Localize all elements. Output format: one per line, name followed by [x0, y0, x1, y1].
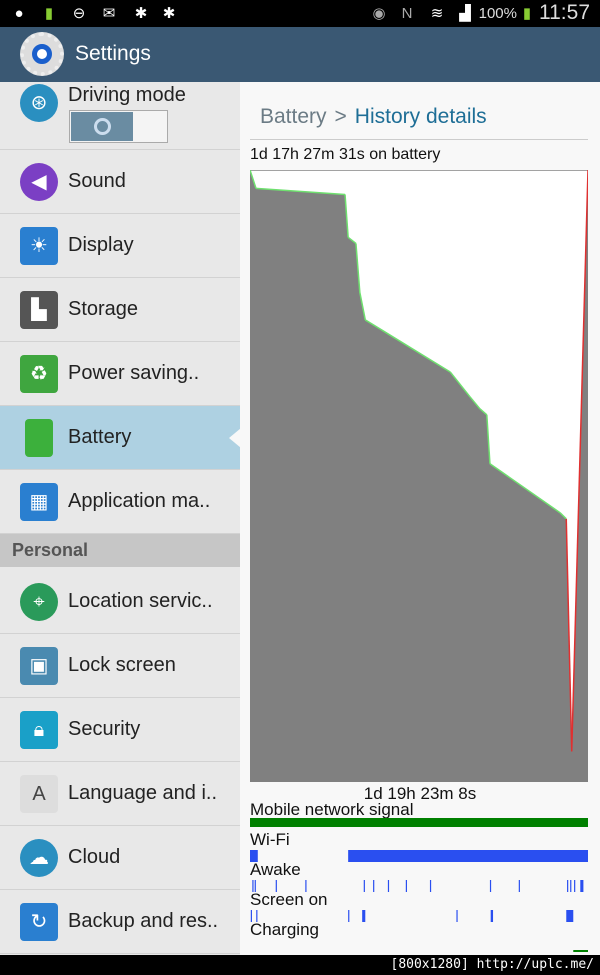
battery-chart [250, 170, 588, 782]
lock-screen-icon: ▣ [20, 647, 58, 685]
eye-icon: ◉ [372, 5, 386, 22]
sidebar-item-label: Display [68, 234, 134, 256]
breadcrumb-separator: > [334, 105, 347, 128]
sidebar-item-display[interactable]: ☀ Display [0, 214, 240, 278]
sd-card-icon: ▙ [20, 291, 58, 329]
sidebar-item-language[interactable]: A Language and i.. [0, 762, 240, 826]
track-tick [405, 880, 407, 892]
x-axis-label: 1d 19h 23m 8s [363, 784, 477, 803]
sidebar-item-label: Cloud [68, 846, 121, 868]
sidebar-item-label: Language and i.. [68, 782, 218, 804]
on-battery-duration: 1d 17h 27m 31s on battery [250, 146, 441, 163]
history-details-pane: Battery > History details 1d 17h 27m 31s o… [240, 82, 600, 955]
track-interval [566, 910, 574, 922]
track-label: Charging [250, 920, 319, 939]
sidebar-item-backup[interactable]: ↻ Backup and res.. [0, 890, 240, 954]
track-tick [456, 910, 458, 922]
keyboard-icon: A [20, 775, 58, 813]
nfc-icon: N [401, 5, 413, 22]
selection-pointer [229, 428, 240, 448]
battery-icon [25, 419, 53, 457]
driving-mode-toggle[interactable] [69, 110, 168, 143]
app-icon: ✱ [134, 5, 148, 22]
sidebar-item-security[interactable]: 🔒︎ Security [0, 698, 240, 762]
sidebar-item-sound[interactable]: ◀ Sound [0, 150, 240, 214]
track-tick [373, 880, 375, 892]
breadcrumb: Battery > History details [260, 105, 487, 129]
history-tracks: Mobile network signal Wi-Fi Awake Screen on… [250, 802, 588, 952]
recycle-battery-icon: ♻ [20, 355, 58, 393]
sidebar-item-label: Security [68, 718, 141, 740]
track-label: Screen on [250, 890, 328, 909]
settings-gear-icon[interactable] [20, 32, 64, 76]
sidebar-item-label: Application ma.. [68, 490, 211, 512]
track-interval [573, 950, 588, 952]
sidebar-item-lock-screen[interactable]: ▣ Lock screen [0, 634, 240, 698]
sidebar-item-driving-mode[interactable]: ⊛ Driving mode [0, 82, 240, 150]
battery-icon: ▮ [522, 5, 532, 22]
divider [250, 139, 588, 140]
clock: 11:57 [539, 1, 590, 24]
breadcrumb-current: History details [354, 105, 487, 128]
app-icon: ✱ [162, 5, 176, 22]
sidebar-item-label: Sound [68, 170, 126, 192]
sidebar-item-storage[interactable]: ▙ Storage [0, 278, 240, 342]
track-interval [362, 910, 366, 922]
location-icon: ⌖ [20, 583, 58, 621]
sidebar-item-label: Battery [68, 426, 132, 448]
track-tick [518, 880, 520, 892]
track-label: Awake [250, 860, 301, 879]
track-tick [570, 880, 572, 892]
breadcrumb-battery[interactable]: Battery [260, 105, 327, 128]
lock-icon: 🔒︎ [20, 711, 58, 749]
track-tick [567, 880, 569, 892]
track-interval [348, 850, 588, 862]
action-bar: Settings [0, 27, 600, 82]
messenger-icon: ● [14, 5, 24, 22]
watermark: [800x1280] http://uplc.me/ [390, 957, 595, 972]
track-interval [490, 910, 494, 922]
sidebar-item-location[interactable]: ⌖ Location servic.. [0, 570, 240, 634]
sidebar-item-label: Driving mode [68, 84, 186, 106]
section-header-label: Personal [12, 540, 89, 560]
brightness-icon: ☀ [20, 227, 58, 265]
sidebar-item-label: Location servic.. [68, 590, 213, 612]
cloud-icon: ☁ [20, 839, 58, 877]
sidebar-item-label: Storage [68, 298, 139, 320]
sidebar-item-application-manager[interactable]: ▦ Application ma.. [0, 470, 240, 534]
track-interval [250, 818, 588, 827]
gmail-icon: ✉ [102, 5, 116, 22]
settings-sidebar[interactable]: ⊛ Driving mode ◀ Sound ☀ Display ▙ Storage … [0, 82, 240, 955]
sidebar-item-battery[interactable]: Battery [0, 406, 240, 470]
signal-icon: ▟ [459, 5, 471, 22]
track-tick [489, 880, 492, 892]
backup-icon: ↻ [20, 903, 58, 941]
wifi-icon: ≋ [430, 5, 444, 22]
track-tick [387, 880, 390, 892]
track-tick [363, 880, 365, 892]
track-label: Wi-Fi [250, 830, 290, 849]
status-bar: ● ▮ ⊖ ✉ ✱ ✱ ◉ N ≋ ▟ 100% ▮ 11:57 [0, 0, 600, 27]
section-header-personal: Personal [0, 534, 240, 567]
track-interval [580, 880, 584, 892]
steering-wheel-icon: ⊛ [20, 84, 58, 122]
sidebar-item-label: Power saving.. [68, 362, 200, 384]
grid-icon: ▦ [20, 483, 58, 521]
app-title: Settings [75, 42, 151, 65]
sidebar-item-label: Lock screen [68, 654, 176, 676]
track-tick [574, 880, 576, 892]
speaker-icon: ◀ [20, 163, 58, 201]
track-tick [429, 880, 432, 892]
track-tick [348, 910, 350, 922]
sidebar-item-power-saving[interactable]: ♻ Power saving.. [0, 342, 240, 406]
sidebar-item-cloud[interactable]: ☁ Cloud [0, 826, 240, 890]
track-label: Mobile network signal [250, 802, 413, 819]
battery-full-icon: ▮ [44, 5, 54, 22]
battery-percent: 100% [478, 5, 517, 22]
sidebar-item-label: Backup and res.. [68, 910, 219, 932]
do-not-disturb-icon: ⊖ [72, 5, 86, 22]
